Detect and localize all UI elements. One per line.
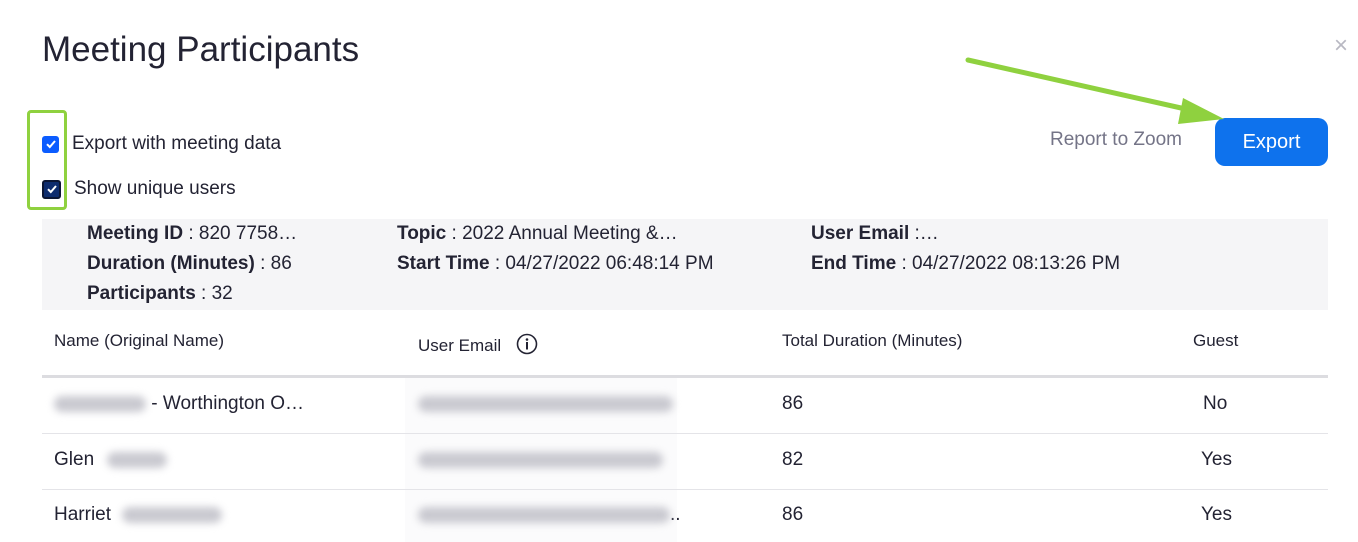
table-row-duration: 82 xyxy=(782,449,804,470)
table-row-duration: 86 xyxy=(782,393,804,414)
table-row-guest: Yes xyxy=(1201,449,1232,470)
export-button[interactable]: Export xyxy=(1215,118,1328,166)
show-unique-users-label: Show unique users xyxy=(74,178,236,199)
show-unique-users-checkbox[interactable]: Show unique users xyxy=(42,178,236,200)
column-header-duration: Total Duration (Minutes) xyxy=(782,331,963,350)
user-email: User Email :… xyxy=(811,223,939,244)
redacted-email xyxy=(418,506,670,523)
table-row-guest: Yes xyxy=(1201,504,1232,525)
export-with-meeting-data-label: Export with meeting data xyxy=(72,133,282,154)
table-row-duration: 86 xyxy=(782,504,804,525)
end-time: End Time : 04/27/2022 08:13:26 PM xyxy=(811,253,1121,274)
column-header-name: Name (Original Name) xyxy=(54,331,225,350)
table-header-divider xyxy=(42,375,1328,378)
checkbox-checked-icon[interactable] xyxy=(42,135,59,153)
checkbox-checked-icon[interactable] xyxy=(42,179,61,199)
table-row-email: .. xyxy=(418,504,681,526)
dialog-title: Meeting Participants xyxy=(42,30,360,69)
export-with-meeting-data-checkbox[interactable]: Export with meeting data xyxy=(42,133,281,155)
table-row-divider xyxy=(42,489,1328,490)
topic: Topic : 2022 Annual Meeting &… xyxy=(397,223,678,244)
table-row-name: Glen xyxy=(54,449,168,471)
close-icon[interactable]: × xyxy=(1334,32,1348,60)
participants-count: Participants : 32 xyxy=(87,283,233,304)
info-icon[interactable] xyxy=(516,333,538,360)
column-header-email: User Email xyxy=(418,333,538,360)
table-row-guest: No xyxy=(1203,393,1228,414)
table-row-name: Harriet xyxy=(54,504,223,526)
report-to-zoom-link[interactable]: Report to Zoom xyxy=(1050,129,1182,151)
table-row-name: - Worthington O… xyxy=(54,393,304,415)
column-header-guest: Guest xyxy=(1193,331,1239,350)
start-time: Start Time : 04/27/2022 06:48:14 PM xyxy=(397,253,714,274)
redacted-name xyxy=(122,506,223,523)
table-row-email xyxy=(418,449,663,471)
table-row-email xyxy=(418,393,673,415)
redacted-email xyxy=(418,451,663,468)
meeting-id: Meeting ID : 820 7758… xyxy=(87,223,298,244)
column-header-email-label: User Email xyxy=(418,335,502,355)
redacted-name xyxy=(54,395,146,412)
duration: Duration (Minutes) : 86 xyxy=(87,253,292,274)
redacted-name xyxy=(107,451,168,468)
table-row-divider xyxy=(42,433,1328,434)
redacted-email xyxy=(418,395,673,412)
